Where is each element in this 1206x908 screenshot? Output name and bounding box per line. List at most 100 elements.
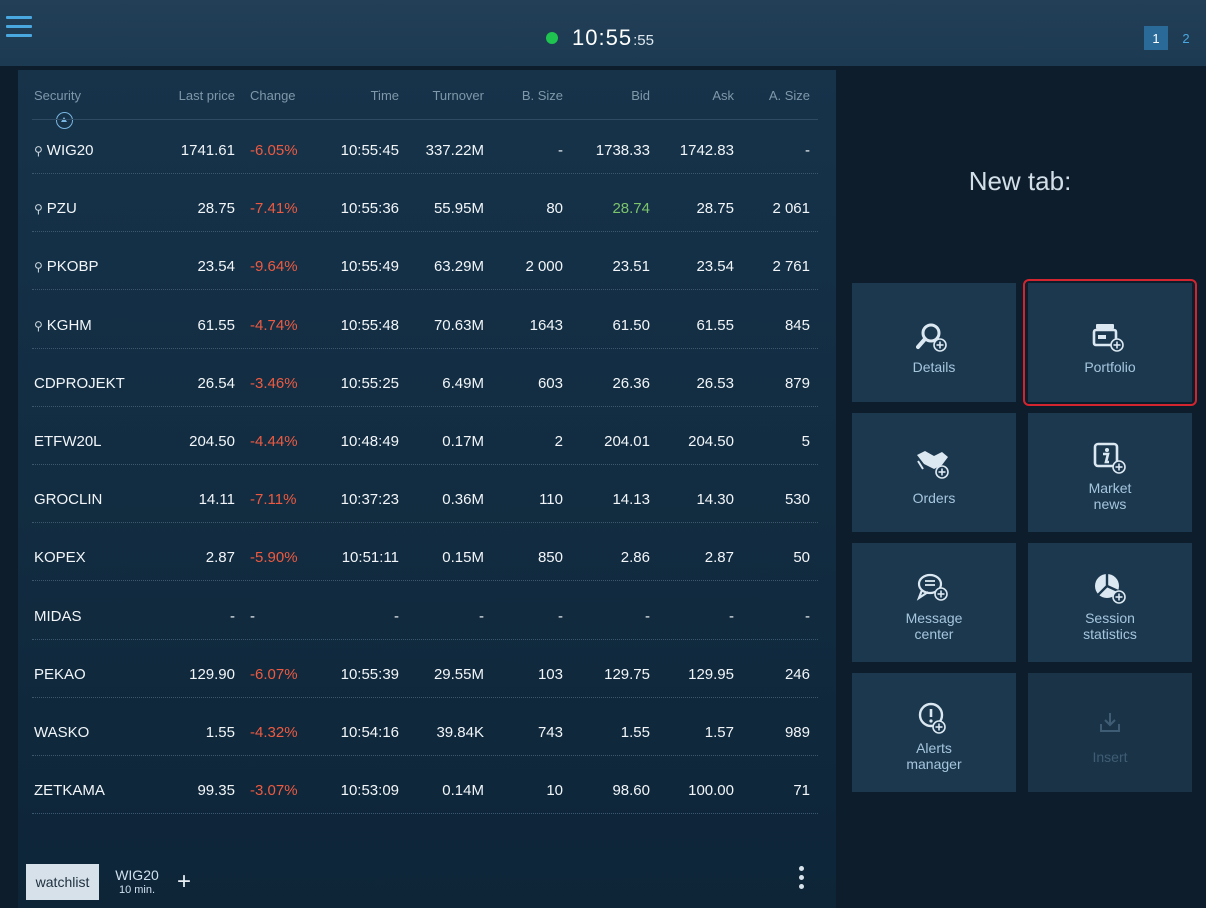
col-header-last-price[interactable]: Last price [179,88,235,103]
cell-bid: - [645,607,650,625]
tile-details[interactable]: Details [852,283,1016,402]
tab-2-button[interactable]: 2 [1174,26,1198,50]
table-row[interactable]: ETFW20L 204.50 -4.44% 10:48:49 0.17M 2 204.01 2… [18,433,836,491]
table-row[interactable]: CDPROJEKT 26.54 -3.46% 10:55:25 6.49M 603 26.3… [18,375,836,433]
security-name: PZU [46,200,77,218]
cell-turnover: 0.36M [442,491,484,509]
table-row[interactable]: ⚲ PKOBP 23.54 -9.64% 10:55:49 63.29M 2 000 23.5… [18,258,836,316]
cell-change: -6.07% [250,665,298,683]
cell-ask: 14.30 [696,491,734,509]
tile-session-statistics[interactable]: Session statistics [1028,543,1192,662]
cell-turnover: 337.22M [425,142,484,159]
table-header: Security Last price Change Time Turnover… [18,88,836,108]
col-header-ask[interactable]: Ask [712,88,734,103]
security-name: ETFW20L [34,433,102,450]
cell-security: MIDAS [34,608,82,625]
cell-change: -4.44% [250,433,298,450]
col-header-bid-size[interactable]: B. Size [522,88,563,103]
cell-change: -6.05% [250,142,298,159]
table-row[interactable]: WASKO 1.55 -4.32% 10:54:16 39.84K 743 1.55 1.57… [18,724,836,782]
table-row[interactable]: MIDAS - - - - - - - - [18,608,836,666]
cell-bid-size: 2 000 [525,258,563,276]
hamburger-menu-icon[interactable] [6,16,32,38]
table-row[interactable]: KOPEX 2.87 -5.90% 10:51:11 0.15M 850 2.86 2.87 5… [18,549,836,607]
cell-change: -7.41% [250,200,298,218]
row-divider [32,405,818,407]
security-name: PKOBP [46,258,99,276]
col-header-security[interactable]: Security [34,88,81,103]
table-row[interactable]: ⚲ WIG20 1741.61 -6.05% 10:55:45 337.22M - 1738.… [18,142,836,200]
cell-bid-size: 743 [537,724,563,741]
cell-time: - [394,607,399,625]
col-header-time[interactable]: Time [371,88,399,103]
cell-last-price: 61.55 [197,316,235,334]
row-divider [32,696,818,698]
table-row[interactable]: ⚲ KGHM 61.55 -4.74% 10:55:48 70.63M 1643 61.50 6… [18,317,836,375]
cell-ask: 204.50 [688,433,734,450]
cell-change: -9.64% [250,258,298,276]
cell-security: KOPEX [34,549,86,566]
more-options-icon[interactable] [794,866,808,898]
watchlist-tab[interactable]: watchlist [26,864,99,900]
tile-message-center[interactable]: Message center [852,543,1016,662]
cell-security: ⚲ WIG20 [34,142,93,159]
pin-icon: ⚲ [34,260,43,275]
cell-change: -4.32% [250,724,298,741]
cell-ask-size: 71 [793,782,810,800]
tile-orders[interactable]: Orders [852,413,1016,532]
cell-turnover: 0.17M [442,433,484,450]
search-add-icon [916,323,947,352]
sort-ascending-icon[interactable] [56,112,73,129]
tab-switcher: 1 2 [1138,26,1198,50]
table-row[interactable]: PEKAO 129.90 -6.07% 10:55:39 29.55M 103 129.75… [18,666,836,724]
table-row[interactable]: ⚲ PZU 28.75 -7.41% 10:55:36 55.95M 80 28.74 28.7… [18,200,836,258]
cell-bid-size: - [558,142,563,159]
tile-insert[interactable]: Insert [1028,673,1192,792]
new-tab-title: New tab: [968,166,1072,196]
table-row[interactable]: GROCLIN 14.11 -7.11% 10:37:23 0.36M 110 14.13 1… [18,491,836,549]
col-header-change[interactable]: Change [250,88,296,103]
tile-portfolio[interactable]: Portfolio [1028,283,1192,402]
cell-security: WASKO [34,724,89,741]
cell-security: ⚲ PKOBP [34,258,98,275]
cell-time: 10:55:25 [340,374,399,392]
cell-ask-size: 50 [793,549,810,567]
col-header-turnover[interactable]: Turnover [432,88,484,103]
wig20-tab-subtitle: 10 min. [118,884,156,896]
cell-turnover: 39.84K [436,724,484,741]
tile-alerts-manager[interactable]: Alerts manager [852,673,1016,792]
wig20-tab[interactable]: WIG20 10 min. [107,864,167,900]
cell-time: 10:55:49 [340,258,399,276]
tile-message-center-label: Message center [905,610,963,642]
alert-add-icon [918,702,946,734]
cell-bid-size: 110 [539,491,563,509]
cell-bid: 26.36 [612,374,650,392]
cell-last-price: 14.11 [198,491,235,509]
cell-ask-size: 2 061 [772,200,810,218]
quotes-panel: Security Last price Change Time Turnover… [18,70,836,908]
cell-ask: 1742.83 [679,142,734,159]
row-divider [32,580,818,582]
col-header-bid[interactable]: Bid [631,88,650,103]
cell-turnover: 63.29M [433,258,484,276]
cell-last-price: 28.75 [197,200,235,218]
table-row[interactable]: ZETKAMA 99.35 -3.07% 10:53:09 0.14M 10 98.60 10… [18,782,836,840]
tile-alerts-manager-label: Alerts manager [906,740,962,772]
row-divider [32,522,818,524]
cell-security: ZETKAMA [34,782,105,799]
cell-ask: 1.57 [704,724,734,741]
add-tab-button[interactable]: + [169,864,199,900]
cell-time: 10:53:09 [340,782,399,800]
cell-ask-size: - [805,142,810,159]
tab-1-button[interactable]: 1 [1144,26,1168,50]
cell-last-price: 1.55 [205,724,235,741]
cell-turnover: 0.14M [442,782,484,800]
tile-market-news-label: Market news [1088,480,1132,512]
cell-last-price: 129.90 [189,665,235,683]
cell-ask-size: 989 [784,724,810,741]
row-divider [32,347,818,349]
col-header-ask-size[interactable]: A. Size [769,88,810,103]
cell-turnover: - [479,607,484,625]
tile-market-news[interactable]: Market news [1028,413,1192,532]
cell-bid-size: 1643 [529,316,563,334]
